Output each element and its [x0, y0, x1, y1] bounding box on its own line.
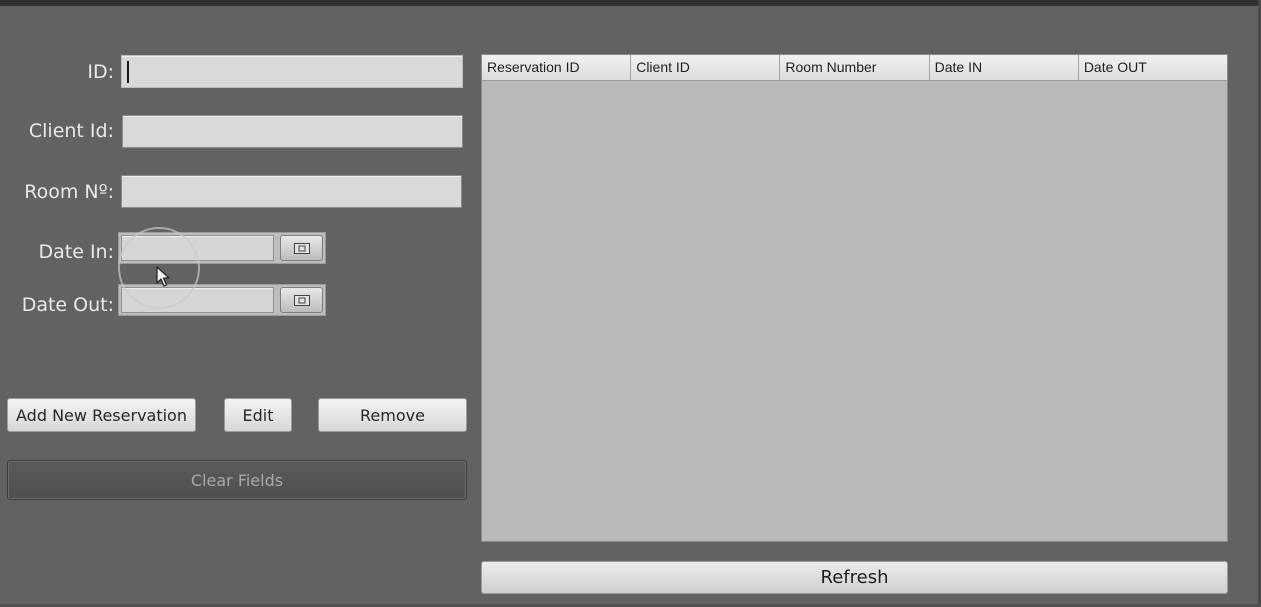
calendar-icon [293, 294, 310, 306]
add-reservation-button[interactable]: Add New Reservation [7, 398, 196, 432]
date-out-label: Date Out: [21, 294, 114, 316]
refresh-button[interactable]: Refresh [481, 561, 1228, 594]
id-label: ID: [87, 61, 114, 83]
column-header[interactable]: Date OUT [1079, 55, 1227, 80]
client-id-label: Client Id: [28, 120, 114, 142]
date-in-calendar-button[interactable] [280, 235, 323, 261]
date-in-label: Date In: [38, 241, 115, 263]
column-header[interactable]: Room Number [780, 55, 930, 80]
date-out-calendar-button[interactable] [280, 287, 323, 313]
text-caret [127, 61, 129, 83]
edit-button[interactable]: Edit [224, 398, 292, 432]
column-header[interactable]: Client ID [631, 55, 781, 80]
room-number-label: Room Nº: [24, 181, 114, 203]
reservations-table[interactable]: Reservation ID Client ID Room Number Date I… [481, 54, 1228, 542]
calendar-icon [293, 242, 310, 254]
mouse-pointer-icon [156, 266, 170, 287]
window-top-border [0, 0, 1261, 6]
column-header[interactable]: Date IN [930, 55, 1079, 80]
id-input[interactable] [121, 55, 463, 88]
column-header[interactable]: Reservation ID [482, 55, 632, 80]
room-number-input[interactable] [121, 175, 462, 208]
remove-button[interactable]: Remove [318, 398, 467, 432]
client-id-input[interactable] [122, 115, 463, 148]
clear-fields-button[interactable]: Clear Fields [7, 460, 467, 500]
table-header: Reservation ID Client ID Room Number Date I… [482, 55, 1227, 81]
